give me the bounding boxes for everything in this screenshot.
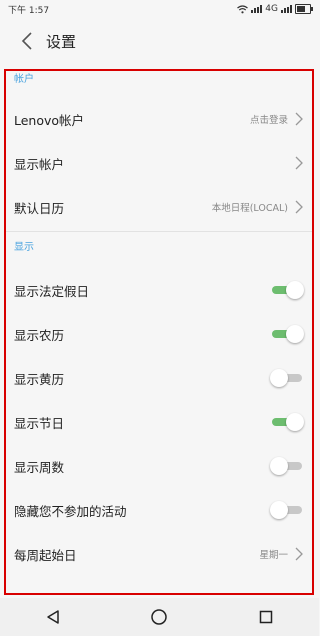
- page-title: 设置: [46, 32, 77, 51]
- network-type: 4G: [265, 4, 278, 14]
- nav-recents-icon: [259, 610, 273, 624]
- row-value: 本地日程(LOCAL): [211, 203, 288, 214]
- row-week-number[interactable]: 显示周数: [6, 444, 312, 488]
- battery-icon: [295, 4, 313, 14]
- chevron-right-icon: [295, 156, 303, 170]
- row-label: Lenovo帐户: [14, 112, 85, 128]
- row-label: 默认日历: [14, 200, 65, 216]
- almanac-switch[interactable]: [270, 369, 304, 387]
- row-default-calendar[interactable]: 默认日历 本地日程(LOCAL): [6, 185, 312, 229]
- nav-back-button[interactable]: [33, 602, 73, 632]
- row-label: 显示黄历: [14, 371, 65, 387]
- nav-recents-button[interactable]: [246, 602, 286, 632]
- status-time: 下午 1:57: [8, 5, 50, 16]
- festivals-switch[interactable]: [270, 413, 304, 431]
- nav-back-icon: [47, 610, 59, 624]
- row-lenovo-account[interactable]: Lenovo帐户 点击登录: [6, 97, 312, 141]
- nav-home-button[interactable]: [139, 602, 179, 632]
- row-label: 显示节日: [14, 415, 65, 431]
- row-festivals[interactable]: 显示节日: [6, 400, 312, 444]
- row-label: 每周起始日: [14, 547, 77, 563]
- chevron-right-icon: [295, 200, 303, 214]
- settings-list[interactable]: 帐户 Lenovo帐户 点击登录 显示帐户 默认日历 本地日程(LOCAL) 显…: [4, 69, 314, 595]
- row-hide-declined[interactable]: 隐藏您不参加的活动: [6, 488, 312, 532]
- chevron-right-icon: [295, 112, 303, 126]
- row-show-account[interactable]: 显示帐户: [6, 141, 312, 185]
- row-label: 显示农历: [14, 327, 65, 343]
- row-label: 显示法定假日: [14, 283, 90, 299]
- row-week-start[interactable]: 每周起始日 星期一: [6, 532, 312, 576]
- row-label: 显示帐户: [14, 156, 65, 172]
- row-lunar[interactable]: 显示农历: [6, 312, 312, 356]
- navigation-bar: [0, 598, 319, 636]
- section-header-account: 帐户: [14, 74, 34, 85]
- week-number-switch[interactable]: [270, 457, 304, 475]
- legal-holidays-switch[interactable]: [270, 281, 304, 299]
- nav-home-icon: [151, 609, 168, 625]
- chevron-right-icon: [295, 547, 303, 561]
- status-bar: 下午 1:57 4G: [0, 0, 319, 18]
- section-divider: [6, 231, 312, 232]
- row-label: 显示周数: [14, 459, 65, 475]
- signal-icon-2: [281, 5, 292, 13]
- status-icons: 4G: [237, 4, 313, 14]
- signal-icon: [251, 5, 263, 13]
- row-legal-holidays[interactable]: 显示法定假日: [6, 268, 312, 312]
- section-header-display: 显示: [14, 242, 34, 253]
- wifi-icon: [237, 4, 249, 13]
- back-button[interactable]: [10, 24, 44, 58]
- back-arrow-icon: [21, 32, 32, 50]
- lunar-switch[interactable]: [270, 325, 304, 343]
- app-header: 设置: [0, 18, 319, 64]
- row-value: 点击登录: [249, 115, 288, 126]
- row-almanac[interactable]: 显示黄历: [6, 356, 312, 400]
- row-value: 星期一: [259, 550, 288, 561]
- hide-declined-switch[interactable]: [270, 501, 304, 519]
- row-label: 隐藏您不参加的活动: [14, 503, 127, 519]
